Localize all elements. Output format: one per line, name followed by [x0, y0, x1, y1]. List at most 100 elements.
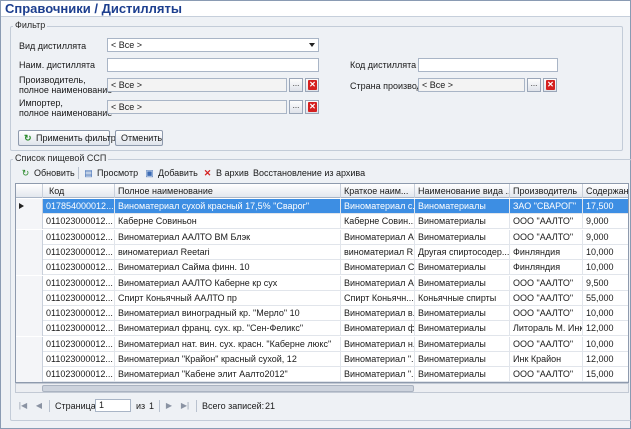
cell-kod[interactable]: 011023000012... [43, 321, 115, 337]
importer-clear-button[interactable]: ✕ [305, 100, 319, 114]
cell-content[interactable]: 55,000 [583, 291, 628, 306]
importer-field[interactable]: < Все > [107, 100, 287, 114]
cell-short-name[interactable]: Виноматериал в... [341, 306, 415, 322]
cell-full-name[interactable]: Виноматериал нат. вин. сух. красн. "Кабе… [115, 336, 341, 352]
column-header-kod[interactable]: Код [43, 184, 115, 198]
naim-input[interactable] [107, 58, 319, 72]
cell-short-name[interactable]: Виноматериал А... [341, 229, 415, 245]
cell-content[interactable]: 9,500 [583, 276, 628, 291]
cell-type-name[interactable]: Виноматериалы [415, 352, 510, 367]
table-row[interactable]: 011023000012... Спирт Коньячный ААЛТО пр С… [16, 290, 628, 306]
cell-type-name[interactable]: Другая спиртосодер... [415, 244, 510, 260]
view-button[interactable]: ▤ Просмотр [83, 165, 138, 181]
row-indicator[interactable] [16, 306, 43, 322]
distillates-grid[interactable]: Код Полное наименование Краткое наим... … [15, 183, 629, 383]
cell-kod[interactable]: 011023000012... [43, 352, 115, 367]
cell-content[interactable]: 9,000 [583, 214, 628, 229]
cell-content[interactable]: 17,500 [583, 199, 628, 214]
cell-short-name[interactable]: Виноматериал "... [341, 352, 415, 367]
cell-producer[interactable]: ЗАО "СВАРОГ" [510, 199, 583, 214]
cell-full-name[interactable]: Виноматериал виноградный кр. "Мерло" 10 [115, 306, 341, 322]
strana-field[interactable]: < Все > [418, 78, 525, 92]
cell-short-name[interactable]: виноматериал R... [341, 244, 415, 260]
next-page-icon[interactable]: ▶ [163, 400, 175, 412]
first-page-icon[interactable]: |◀ [17, 400, 29, 412]
table-row[interactable]: 011023000012... Виноматериал ААЛТО ВМ Блэ… [16, 229, 628, 245]
table-row[interactable]: 011023000012... Виноматериал франц. сух. … [16, 321, 628, 337]
cell-type-name[interactable]: Виноматериалы [415, 367, 510, 382]
apply-filter-button[interactable]: ↻ Применить фильтр [18, 130, 116, 146]
cell-producer[interactable]: Финляндия [510, 244, 583, 260]
refresh-button[interactable]: ↻ Обновить [20, 165, 75, 181]
cell-producer[interactable]: Инк Крайон [510, 352, 583, 367]
cell-content[interactable]: 15,000 [583, 367, 628, 382]
add-button[interactable]: ▣ Добавить [144, 165, 198, 181]
proizv-browse-button[interactable]: ... [289, 78, 303, 92]
cancel-filter-button[interactable]: Отменить [115, 130, 163, 146]
archive-button[interactable]: ✕ В архив [202, 165, 249, 181]
cell-content[interactable]: 10,000 [583, 337, 628, 352]
cell-full-name[interactable]: Виноматериал Сайма финн. 10 [115, 260, 341, 276]
cell-short-name[interactable]: Каберне Совин... [341, 214, 415, 230]
cell-kod[interactable]: 011023000012... [43, 367, 115, 382]
column-header-full-name[interactable]: Полное наименование [115, 184, 341, 198]
strana-clear-button[interactable]: ✕ [543, 78, 557, 92]
row-indicator[interactable] [16, 321, 43, 337]
cell-kod[interactable]: 011023000012... [43, 260, 115, 276]
cell-content[interactable]: 12,000 [583, 321, 628, 336]
cell-producer[interactable]: Литораль М. Инк [510, 321, 583, 337]
proizv-clear-button[interactable]: ✕ [305, 78, 319, 92]
page-input[interactable]: 1 [95, 399, 131, 412]
column-header-content[interactable]: Содержан... [583, 184, 628, 198]
cell-full-name[interactable]: виноматериал Reetari [115, 244, 341, 260]
cell-content[interactable]: 10,000 [583, 245, 628, 260]
strana-browse-button[interactable]: ... [527, 78, 541, 92]
row-indicator[interactable] [16, 336, 43, 352]
cell-short-name[interactable]: Спирт Коньячн... [341, 290, 415, 306]
cell-type-name[interactable]: Виноматериалы [415, 321, 510, 337]
importer-browse-button[interactable]: ... [289, 100, 303, 114]
cell-full-name[interactable]: Каберне Совиньон [115, 214, 341, 230]
cell-full-name[interactable]: Виноматериал "Крайон" красный сухой, 12 [115, 352, 341, 367]
table-row[interactable]: 011023000012... Виноматериал ААЛТО Каберн… [16, 275, 628, 291]
cell-type-name[interactable]: Виноматериалы [415, 275, 510, 291]
cell-content[interactable]: 12,000 [583, 352, 628, 367]
cell-producer[interactable]: ООО "ААЛТО" [510, 336, 583, 352]
restore-button[interactable]: Восстановление из архива [253, 165, 365, 181]
cell-type-name[interactable]: Виноматериалы [415, 306, 510, 322]
table-row[interactable]: 011023000012... Виноматериал "Крайон" кра… [16, 352, 628, 367]
row-indicator[interactable] [16, 244, 43, 260]
cell-full-name[interactable]: Виноматериал сухой красный 17,5% "Сварог… [115, 199, 341, 214]
table-row[interactable]: 011023000012... Виноматериал Сайма финн. … [16, 260, 628, 276]
cell-full-name[interactable]: Спирт Коньячный ААЛТО пр [115, 290, 341, 306]
cell-short-name[interactable]: Виноматериал н... [341, 336, 415, 352]
cell-kod[interactable]: 011023000012... [43, 306, 115, 322]
vid-select[interactable]: < Все > [107, 38, 319, 52]
cell-short-name[interactable]: Виноматериал "... [341, 367, 415, 382]
cell-kod[interactable]: 011023000012... [43, 229, 115, 245]
cell-type-name[interactable]: Коньячные спирты [415, 290, 510, 306]
prev-page-icon[interactable]: ◀ [33, 400, 45, 412]
column-header-producer[interactable]: Производитель [510, 184, 583, 198]
row-indicator[interactable] [16, 229, 43, 245]
cell-full-name[interactable]: Виноматериал "Кабене элит Аалто2012" [115, 367, 341, 382]
table-row[interactable]: 011023000012... Каберне Совиньон Каберне С… [16, 214, 628, 230]
last-page-icon[interactable]: ▶| [179, 400, 191, 412]
cell-type-name[interactable]: Виноматериалы [415, 199, 510, 214]
cell-producer[interactable]: Финляндия [510, 260, 583, 276]
scrollbar-thumb[interactable] [42, 385, 414, 392]
cell-short-name[interactable]: Виноматериал А... [341, 275, 415, 291]
cell-short-name[interactable]: Виноматериал ф... [341, 321, 415, 337]
cell-kod[interactable]: 011023000012... [43, 244, 115, 260]
cell-short-name[interactable]: Виноматериал С... [341, 260, 415, 276]
cell-type-name[interactable]: Виноматериалы [415, 214, 510, 230]
table-row[interactable]: 017854000012... Виноматериал сухой красны… [16, 199, 628, 214]
table-row[interactable]: 011023000012... виноматериал Reetari вином… [16, 244, 628, 260]
kod-input[interactable] [418, 58, 558, 72]
cell-producer[interactable]: ООО "ААЛТО" [510, 229, 583, 245]
cell-producer[interactable]: ООО "ААЛТО" [510, 214, 583, 230]
column-header-type-name[interactable]: Наименование вида ... [415, 184, 510, 198]
row-indicator[interactable] [16, 214, 43, 230]
row-indicator[interactable] [16, 367, 43, 382]
horizontal-scrollbar[interactable] [15, 383, 629, 393]
